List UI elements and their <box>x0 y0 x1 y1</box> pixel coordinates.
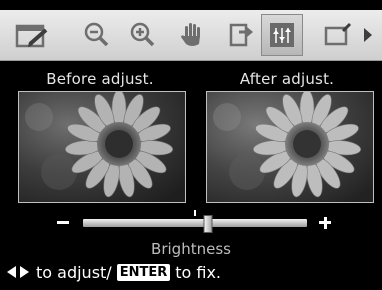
rotate-icon[interactable] <box>220 15 260 55</box>
adjust-icon[interactable] <box>261 14 303 56</box>
toolbar <box>0 10 382 61</box>
zoom-in-icon[interactable] <box>123 15 163 55</box>
enter-key-badge: ENTER <box>116 263 171 281</box>
after-adjust-label: After adjust. <box>239 70 335 88</box>
plus-icon-vertical <box>323 216 327 229</box>
zoom-out-icon[interactable] <box>77 15 117 55</box>
after-preview-image <box>206 91 374 203</box>
minus-icon <box>57 221 69 224</box>
center-tick <box>194 210 196 216</box>
help-bar: to adjust/ ENTER to fix. <box>6 260 221 284</box>
edit-icon[interactable] <box>12 15 52 55</box>
help-text-fix: to fix. <box>175 262 222 282</box>
slider-knob[interactable] <box>203 215 213 233</box>
help-text-adjust: to adjust/ <box>36 262 112 282</box>
pan-hand-icon[interactable] <box>172 15 212 55</box>
brightness-label: Brightness <box>151 240 231 258</box>
more-arrow-icon[interactable] <box>358 15 378 55</box>
slider-track[interactable] <box>83 219 307 227</box>
frame-icon[interactable] <box>318 15 358 55</box>
before-adjust-label: Before adjust. <box>46 70 154 88</box>
before-preview-image <box>18 91 186 203</box>
left-right-arrows-icon <box>6 265 30 279</box>
